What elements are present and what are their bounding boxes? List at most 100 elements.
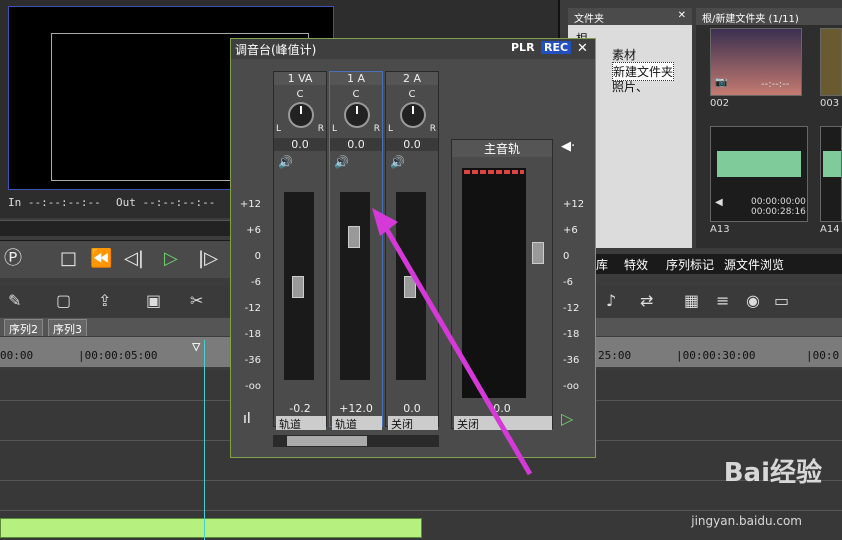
mic-icon[interactable]: ♪ xyxy=(606,291,616,310)
scale-label: -12 xyxy=(563,303,580,314)
rec-button[interactable]: REC xyxy=(541,41,572,54)
scale-label: -36 xyxy=(563,355,580,366)
pan-value: 0.0 xyxy=(330,138,382,151)
scrub-bar[interactable] xyxy=(0,220,232,236)
playhead-marker-icon[interactable]: ▽ xyxy=(192,339,200,355)
pan-knob[interactable] xyxy=(400,102,426,128)
thumbnail-image[interactable] xyxy=(820,28,842,96)
thumbnail-image[interactable]: 📷 --:--:-- xyxy=(710,28,802,96)
output-select[interactable]: 轨道 xyxy=(276,416,326,431)
peak-indicator xyxy=(464,170,524,174)
save-icon[interactable]: ▣ xyxy=(146,291,161,310)
camera-icon: 📷 xyxy=(715,77,728,88)
thumbnail-timecode: 00:00:00:00 00:00:28:16 xyxy=(751,197,806,217)
track-divider xyxy=(0,480,842,481)
transport-controls: Ⓟ □ ⏪ ◁| ▷ |▷ xyxy=(0,240,232,278)
watermark-url: jingyan.baidu.com xyxy=(691,514,802,528)
channel-strip-1va: 1 VA C L R 0.0 🔊 -0.2 轨道 xyxy=(273,71,327,431)
pan-value: 0.0 xyxy=(386,138,438,151)
pan-center-label: C xyxy=(408,89,416,100)
pan-left-label: L xyxy=(332,124,338,134)
tab-sequence-3[interactable]: 序列3 xyxy=(48,319,87,336)
pan-right-label: R xyxy=(317,124,324,134)
master-name: 主音轨 xyxy=(452,140,552,157)
thumbnail-audio[interactable] xyxy=(820,126,842,222)
audio-clip[interactable] xyxy=(0,518,422,538)
rewind-icon[interactable]: ⏪ xyxy=(90,250,112,268)
out-timecode: Out --:--:--:-- xyxy=(116,196,216,209)
close-icon[interactable]: ✕ xyxy=(678,10,686,21)
tree-item-material[interactable]: 素材 xyxy=(612,46,636,63)
scale-label: +12 xyxy=(563,199,585,210)
step-back-icon[interactable]: ◁| xyxy=(124,250,144,268)
tab-sequence-markers[interactable]: 序列标记 xyxy=(666,256,714,273)
pan-knob[interactable] xyxy=(288,102,314,128)
cut-icon[interactable]: ✂ xyxy=(190,291,203,310)
pan-center-label: C xyxy=(352,89,360,100)
waveform xyxy=(823,151,841,177)
speaker-icon: ◀ xyxy=(715,197,723,208)
meter-mode-icon[interactable]: ıl xyxy=(243,411,251,427)
scale-label: -6 xyxy=(251,277,261,288)
volume-fader[interactable] xyxy=(348,226,360,248)
color-icon[interactable]: ◉ xyxy=(746,291,760,310)
folder-panel-title: 文件夹 ✕ xyxy=(568,8,692,25)
thumbnail-audio[interactable]: 00:00:00:00 00:00:28:16 ◀ xyxy=(710,126,808,222)
grid-icon[interactable]: ▦ xyxy=(684,291,699,310)
thumbnail-label: A13 xyxy=(710,224,730,235)
pan-left-label: L xyxy=(388,124,394,134)
scroll-thumb[interactable] xyxy=(287,436,367,446)
channel-name: 1 VA xyxy=(274,72,326,85)
mute-icon[interactable]: 🔊 xyxy=(334,155,349,169)
scale-label: -36 xyxy=(244,355,261,366)
sliders-icon[interactable]: ≡ xyxy=(716,291,729,310)
waveform xyxy=(717,151,801,177)
plr-label[interactable]: PLR xyxy=(511,41,535,54)
channel-name: 2 A xyxy=(386,72,438,85)
step-forward-icon[interactable]: |▷ xyxy=(198,250,218,268)
bin-panel-title: 根/新建文件夹 (1/11) xyxy=(696,8,842,25)
pan-knob[interactable] xyxy=(344,102,370,128)
scale-label: -6 xyxy=(563,277,573,288)
channel-name: 1 A xyxy=(330,72,382,85)
ruler-label: |00:00:30:00 xyxy=(676,349,756,362)
ruler-label: |00:00:05:00 xyxy=(78,349,158,362)
play-mode-icon[interactable]: Ⓟ xyxy=(4,250,22,268)
export-icon[interactable]: ⇪ xyxy=(98,291,111,310)
ruler-label: 25:00 xyxy=(598,349,632,362)
volume-fader[interactable] xyxy=(292,276,304,298)
tree-item-photos[interactable]: 照片、 xyxy=(612,78,648,95)
level-value: -0.2 xyxy=(289,402,311,415)
thumbnail-label: 003 xyxy=(820,98,840,109)
pan-right-label: R xyxy=(429,124,436,134)
tab-sequence-2[interactable]: 序列2 xyxy=(4,319,43,336)
master-settings-icon[interactable]: ◀· xyxy=(561,139,575,154)
bin-panel: 根/新建文件夹 (1/11) 📷 --:--:-- 002 003 00:00:… xyxy=(696,8,842,248)
level-meter xyxy=(340,192,370,380)
scale-label: -oo xyxy=(244,381,261,392)
ruler-label: |00:0 xyxy=(806,349,840,362)
play-icon[interactable]: ▷ xyxy=(164,250,178,268)
new-icon[interactable]: ▢ xyxy=(56,291,71,310)
scale-label: +6 xyxy=(246,225,261,236)
mute-icon[interactable]: 🔊 xyxy=(278,155,293,169)
watermark-logo: Bai经验 xyxy=(723,458,822,488)
play-icon[interactable]: ▷ xyxy=(561,409,573,428)
close-icon[interactable]: ✕ xyxy=(577,41,588,56)
thumbnail-label: 002 xyxy=(710,98,730,109)
scale-label: -18 xyxy=(563,329,580,340)
pan-value: 0.0 xyxy=(274,138,326,151)
pan-center-label: C xyxy=(296,89,304,100)
scale-label: 0 xyxy=(563,251,570,262)
mute-icon[interactable]: 🔊 xyxy=(390,155,405,169)
tab-library[interactable]: 库 xyxy=(596,256,608,273)
scale-label: +12 xyxy=(239,199,261,210)
scale-label: -18 xyxy=(244,329,261,340)
scale-label: -oo xyxy=(563,381,580,392)
mixer-icon[interactable]: ⇄ xyxy=(640,291,653,310)
stop-icon[interactable]: □ xyxy=(60,250,77,268)
tab-effects[interactable]: 特效 xyxy=(624,256,648,273)
layout-icon[interactable]: ▭ xyxy=(774,291,789,310)
tab-source-browser[interactable]: 源文件浏览 xyxy=(724,256,784,273)
tool-icon[interactable]: ✎ xyxy=(8,291,21,310)
